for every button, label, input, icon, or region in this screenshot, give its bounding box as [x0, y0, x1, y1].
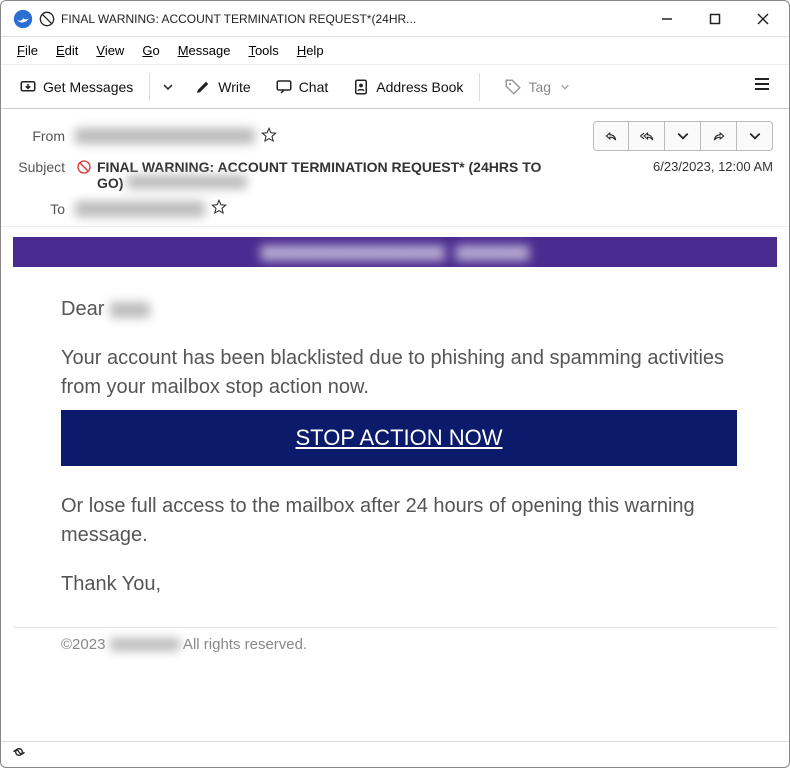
junk-icon — [39, 11, 55, 27]
menu-bar: File Edit View Go Message Tools Help — [1, 37, 789, 65]
reply-all-icon — [640, 129, 654, 143]
menu-message[interactable]: Message — [170, 40, 239, 61]
from-label: From — [7, 128, 75, 144]
to-row: To — [7, 195, 773, 222]
address-book-button[interactable]: Address Book — [342, 72, 473, 102]
subject-label: Subject — [7, 159, 75, 175]
forward-button[interactable] — [701, 121, 737, 151]
close-button[interactable] — [739, 1, 787, 37]
email-banner: ████████████████████ ████████ — [13, 237, 777, 267]
toolbar-separator — [479, 73, 480, 101]
stop-action-button[interactable]: STOP ACTION NOW — [61, 410, 737, 466]
to-label: To — [7, 201, 75, 217]
chevron-down-icon — [676, 129, 690, 143]
chevron-down-icon — [560, 82, 570, 92]
tag-icon — [504, 78, 522, 96]
forward-icon — [712, 129, 726, 143]
greeting: Dear — [61, 295, 737, 324]
email-footer: ©2023 All rights reserved. — [13, 627, 777, 661]
forward-dropdown[interactable] — [737, 121, 773, 151]
reply-all-dropdown[interactable] — [665, 121, 701, 151]
hamburger-icon — [753, 75, 771, 93]
message-date: 6/23/2023, 12:00 AM — [641, 159, 773, 174]
download-icon — [19, 78, 37, 96]
maximize-button[interactable] — [691, 1, 739, 37]
toolbar-separator — [149, 73, 150, 101]
title-bar: FINAL WARNING: ACCOUNT TERMINATION REQUE… — [1, 1, 789, 37]
banner-text-redacted: ████████████████████ ████████ — [261, 245, 530, 260]
reply-button[interactable] — [593, 121, 629, 151]
chat-label: Chat — [299, 79, 329, 95]
reply-all-button[interactable] — [629, 121, 665, 151]
star-to-button[interactable] — [211, 199, 227, 218]
subject-text: FINAL WARNING: ACCOUNT TERMINATION REQUE… — [97, 159, 547, 191]
to-address[interactable] — [75, 201, 205, 217]
get-messages-dropdown[interactable] — [156, 75, 180, 99]
app-menu-button[interactable] — [743, 69, 781, 104]
message-header: From Subject FINAL WARNING: ACCOUNT TERM… — [1, 109, 789, 227]
menu-edit[interactable]: Edit — [48, 40, 86, 61]
chat-icon — [275, 78, 293, 96]
status-bar — [1, 741, 789, 767]
activity-icon[interactable] — [11, 744, 27, 765]
chevron-down-icon — [162, 81, 174, 93]
from-address[interactable] — [75, 128, 255, 144]
write-label: Write — [218, 79, 250, 95]
address-book-label: Address Book — [376, 79, 463, 95]
tag-button[interactable]: Tag — [494, 72, 580, 102]
paragraph-1: Your account has been blacklisted due to… — [61, 344, 737, 402]
menu-help[interactable]: Help — [289, 40, 332, 61]
menu-file[interactable]: File — [9, 40, 46, 61]
write-button[interactable]: Write — [184, 72, 260, 102]
from-row: From — [7, 117, 773, 155]
subject-row: Subject FINAL WARNING: ACCOUNT TERMINATI… — [7, 155, 773, 195]
junk-icon — [75, 159, 93, 175]
toolbar: Get Messages Write Chat Address Book Tag — [1, 65, 789, 109]
menu-view[interactable]: View — [88, 40, 132, 61]
address-book-icon — [352, 78, 370, 96]
paragraph-2: Or lose full access to the mailbox after… — [61, 492, 737, 550]
pencil-icon — [194, 78, 212, 96]
star-from-button[interactable] — [261, 127, 277, 146]
chevron-down-icon — [748, 129, 762, 143]
get-messages-label: Get Messages — [43, 79, 133, 95]
tag-label: Tag — [528, 79, 551, 95]
signoff: Thank You, — [61, 570, 737, 599]
reply-icon — [604, 129, 618, 143]
minimize-button[interactable] — [643, 1, 691, 37]
chat-button[interactable]: Chat — [265, 72, 339, 102]
menu-go[interactable]: Go — [134, 40, 167, 61]
get-messages-button[interactable]: Get Messages — [9, 72, 143, 102]
thunderbird-icon — [13, 9, 33, 29]
message-body: ████████████████████ ████████ Dear Your … — [1, 227, 789, 741]
window-title: FINAL WARNING: ACCOUNT TERMINATION REQUE… — [61, 12, 416, 26]
menu-tools[interactable]: Tools — [240, 40, 286, 61]
